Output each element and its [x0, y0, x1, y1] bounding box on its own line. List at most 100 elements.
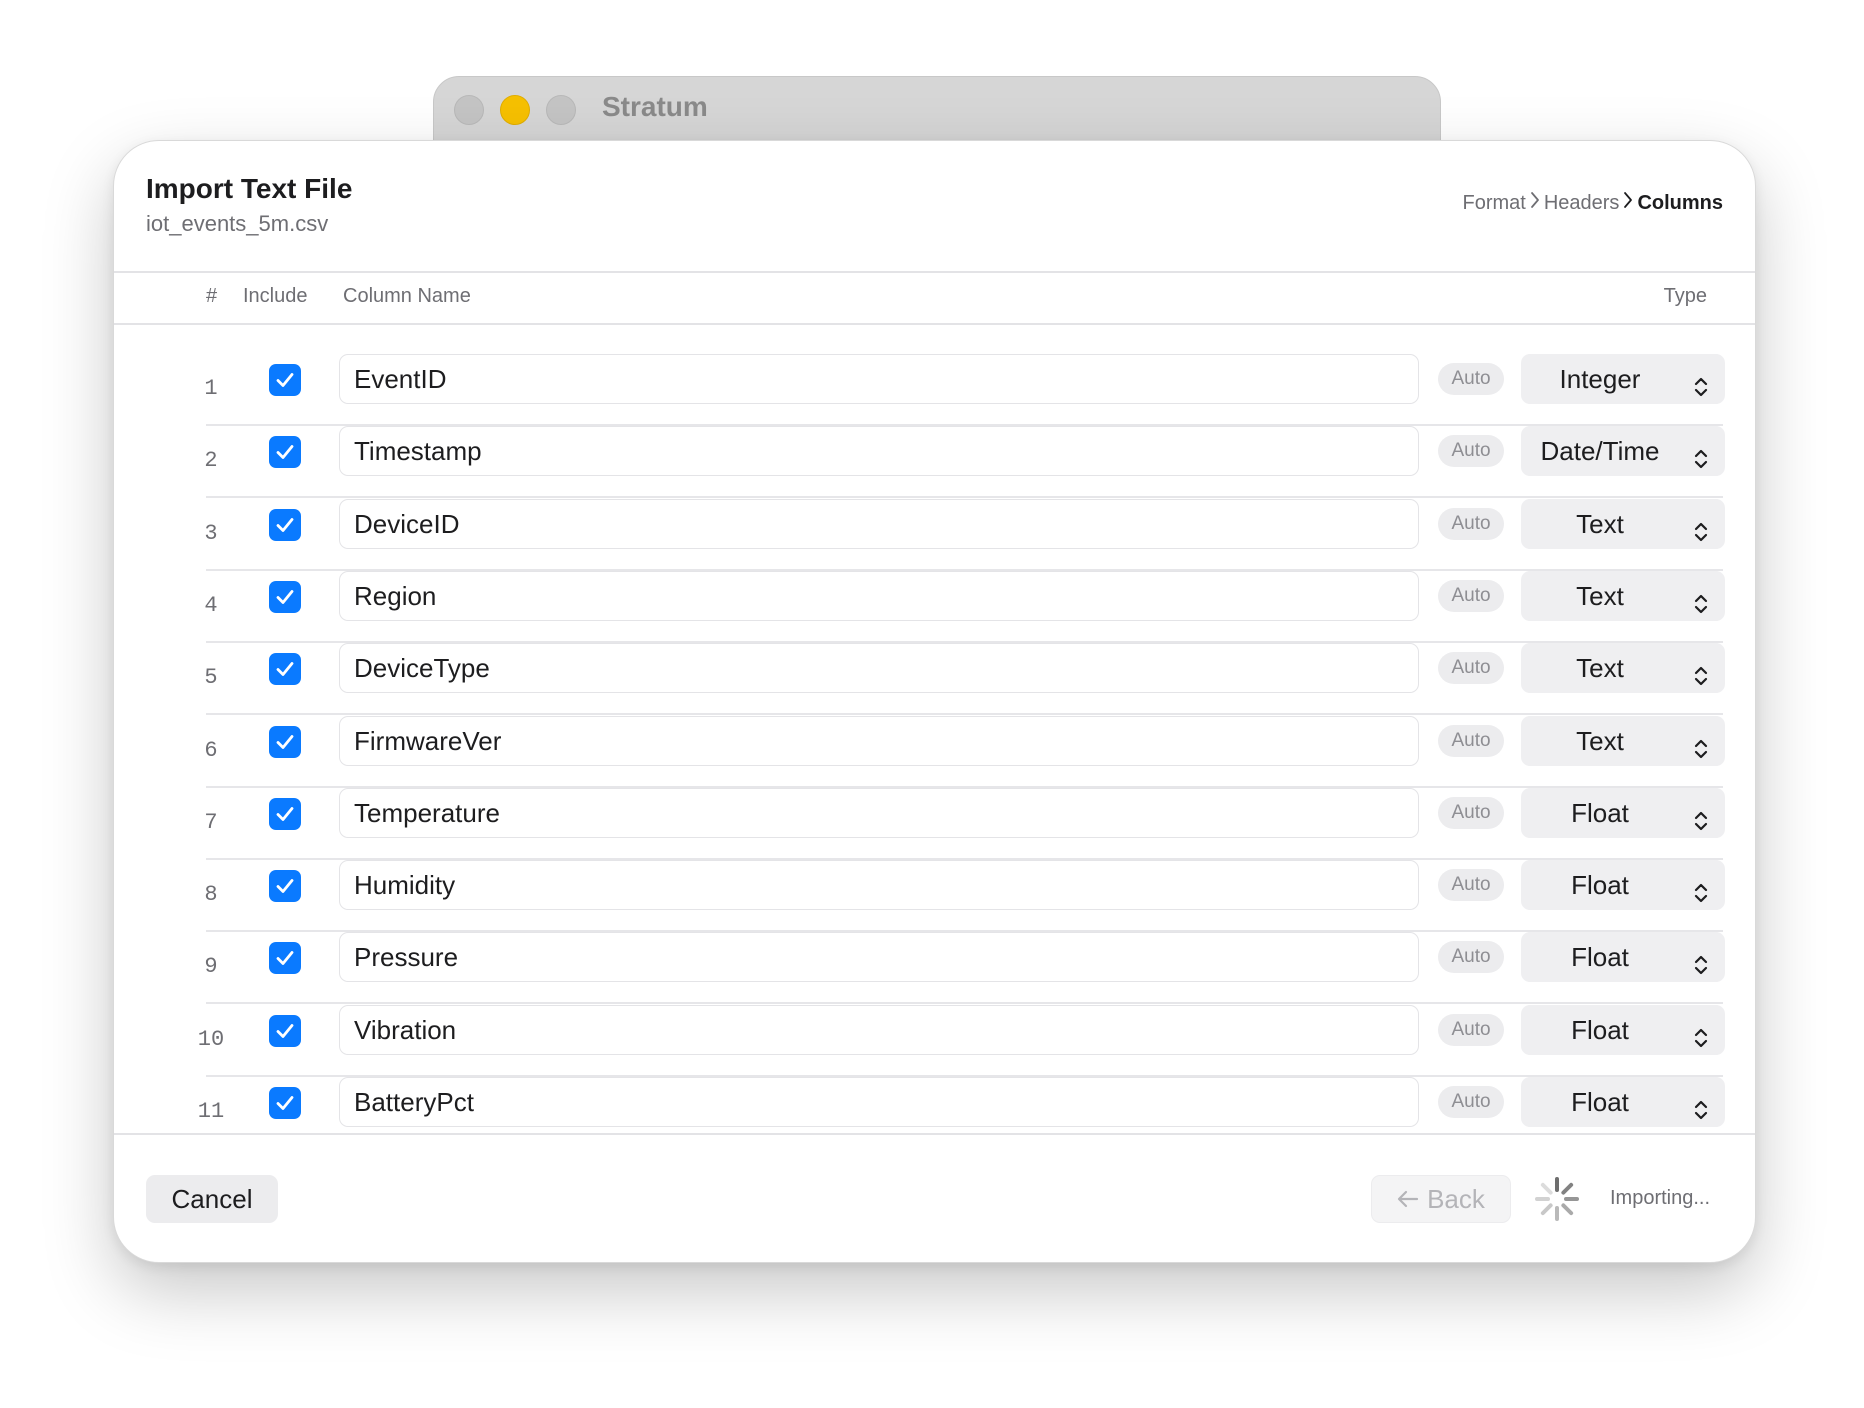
include-checkbox[interactable] [269, 653, 301, 685]
dialog-title: Import Text File [146, 173, 353, 204]
table-row: 1 EventID Auto Integer [204, 354, 1725, 426]
row-number: 5 [204, 665, 218, 690]
checkmark-icon [276, 373, 294, 387]
column-type-value: Float [1571, 798, 1629, 828]
include-checkbox[interactable] [269, 1087, 301, 1119]
row-number: 3 [204, 521, 218, 546]
row-number: 4 [204, 593, 218, 618]
table-row: 7 Temperature Auto Float [204, 788, 1725, 860]
zoom-window-button[interactable] [546, 95, 576, 125]
column-type-select[interactable]: Float [1521, 788, 1725, 838]
row-number: 8 [204, 882, 218, 907]
column-type-select[interactable]: Date/Time [1521, 426, 1725, 476]
chevron-up-down-icon [1693, 1017, 1709, 1067]
checkmark-icon [276, 518, 294, 532]
row-divider [206, 1002, 1723, 1004]
column-type-select[interactable]: Float [1521, 860, 1725, 910]
chevron-up-down-icon [1693, 655, 1709, 705]
column-type-select[interactable]: Text [1521, 571, 1725, 621]
include-checkbox[interactable] [269, 509, 301, 541]
column-name-field[interactable]: FirmwareVer [339, 716, 1419, 766]
column-type-select[interactable]: Float [1521, 1005, 1725, 1055]
column-header-include: Include [243, 285, 308, 307]
row-number: 7 [204, 810, 218, 835]
chevron-up-down-icon [1693, 583, 1709, 633]
minimize-window-button[interactable] [500, 95, 530, 125]
checkmark-icon [276, 951, 294, 965]
include-checkbox[interactable] [269, 726, 301, 758]
column-type-value: Float [1571, 1087, 1629, 1117]
breadcrumb-step-headers[interactable]: Headers [1544, 192, 1620, 215]
column-type-select[interactable]: Text [1521, 716, 1725, 766]
import-dialog: Import Text File iot_events_5m.csv Forma… [113, 140, 1756, 1263]
checkmark-icon [276, 735, 294, 749]
include-checkbox[interactable] [269, 870, 301, 902]
table-row: 5 DeviceType Auto Text [204, 643, 1725, 715]
row-number: 9 [204, 954, 218, 979]
chevron-up-down-icon [1693, 872, 1709, 922]
column-header-type: Type [1663, 285, 1707, 307]
table-row: 3 DeviceID Auto Text [204, 499, 1725, 571]
table-row: 11 BatteryPct Auto Float [198, 1077, 1725, 1149]
include-checkbox[interactable] [269, 942, 301, 974]
column-name-field[interactable]: Humidity [339, 860, 1419, 910]
column-name-field[interactable]: Pressure [339, 932, 1419, 982]
back-button[interactable]: Back [1371, 1175, 1511, 1223]
divider [114, 323, 1755, 325]
column-type-select[interactable]: Integer [1521, 354, 1725, 404]
chevron-up-down-icon [1693, 438, 1709, 488]
window-title: Stratum [602, 91, 708, 122]
column-name-field[interactable]: DeviceType [339, 643, 1419, 693]
arrow-left-icon [1397, 1184, 1419, 1215]
row-divider [206, 496, 1723, 498]
auto-detect-badge: Auto [1438, 508, 1504, 540]
table-row: 4 Region Auto Text [204, 571, 1725, 643]
back-button-label: Back [1427, 1183, 1485, 1214]
column-type-value: Float [1571, 870, 1629, 900]
breadcrumb-step-columns[interactable]: Columns [1637, 192, 1723, 215]
include-checkbox[interactable] [269, 581, 301, 613]
column-name-field[interactable]: Region [339, 571, 1419, 621]
column-type-value: Text [1576, 726, 1624, 756]
auto-detect-badge: Auto [1438, 363, 1504, 395]
auto-detect-badge: Auto [1438, 725, 1504, 757]
chevron-up-down-icon [1693, 800, 1709, 850]
chevron-right-icon [1530, 191, 1540, 215]
table-row: 2 Timestamp Auto Date/Time [204, 426, 1725, 498]
close-window-button[interactable] [454, 95, 484, 125]
row-number: 11 [197, 1099, 225, 1124]
checkmark-icon [276, 1096, 294, 1110]
column-name-field[interactable]: EventID [339, 354, 1419, 404]
column-type-value: Text [1576, 653, 1624, 683]
column-type-select[interactable]: Float [1521, 1077, 1725, 1127]
column-type-value: Integer [1559, 364, 1641, 394]
auto-detect-badge: Auto [1438, 1086, 1504, 1118]
chevron-up-down-icon [1693, 944, 1709, 994]
cancel-button[interactable]: Cancel [146, 1175, 278, 1223]
column-name-field[interactable]: BatteryPct [339, 1077, 1419, 1127]
include-checkbox[interactable] [269, 1015, 301, 1047]
column-name-field[interactable]: DeviceID [339, 499, 1419, 549]
row-number: 10 [197, 1027, 225, 1052]
column-type-select[interactable]: Text [1521, 643, 1725, 693]
include-checkbox[interactable] [269, 436, 301, 468]
row-number: 1 [204, 376, 218, 401]
table-row: 8 Humidity Auto Float [204, 860, 1725, 932]
column-type-select[interactable]: Text [1521, 499, 1725, 549]
include-checkbox[interactable] [269, 364, 301, 396]
include-checkbox[interactable] [269, 798, 301, 830]
column-name-field[interactable]: Temperature [339, 788, 1419, 838]
column-name-field[interactable]: Vibration [339, 1005, 1419, 1055]
table-row: 6 FirmwareVer Auto Text [204, 716, 1725, 788]
column-type-select[interactable]: Float [1521, 932, 1725, 982]
breadcrumb-step-format[interactable]: Format [1462, 192, 1525, 215]
chevron-right-icon [1623, 191, 1633, 215]
column-type-value: Date/Time [1540, 436, 1660, 466]
chevron-up-down-icon [1693, 511, 1709, 561]
checkmark-icon [276, 879, 294, 893]
chevron-up-down-icon [1693, 366, 1709, 416]
auto-detect-badge: Auto [1438, 652, 1504, 684]
column-name-field[interactable]: Timestamp [339, 426, 1419, 476]
checkmark-icon [276, 445, 294, 459]
row-number: 6 [204, 738, 218, 763]
